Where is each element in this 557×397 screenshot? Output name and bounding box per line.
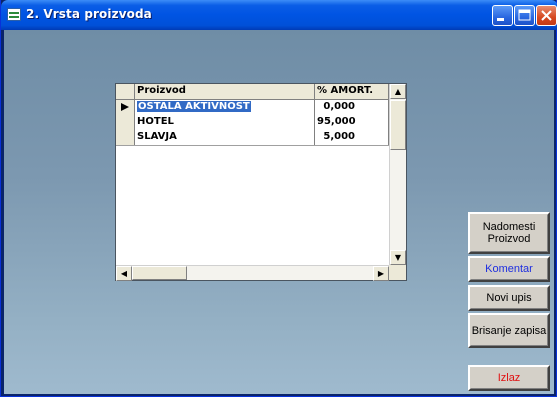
scroll-right-arrow-icon: ▶ [377, 269, 385, 278]
product-name-cell[interactable]: OSTALA AKTIVNOST [135, 100, 315, 115]
current-row-arrow-icon [121, 103, 129, 111]
product-name-text: OSTALA AKTIVNOST [137, 101, 251, 112]
scroll-up-arrow-icon: ▲ [394, 87, 402, 96]
scroll-right-button[interactable]: ▶ [373, 266, 389, 281]
scroll-left-button[interactable]: ◀ [116, 266, 132, 281]
close-button[interactable] [536, 5, 557, 26]
scroll-down-button[interactable]: ▼ [390, 250, 406, 265]
client-area: Proizvod % AMORT. OSTALA AKTIVNOST 0,000… [4, 30, 554, 394]
app-icon[interactable] [7, 8, 21, 21]
row-indicator[interactable] [116, 115, 135, 130]
vertical-scrollbar[interactable]: ▲ ▼ [389, 84, 406, 265]
horizontal-scroll-thumb[interactable] [132, 266, 187, 280]
window-title: 2. Vrsta proizvoda [26, 7, 152, 21]
table-row[interactable]: OSTALA AKTIVNOST 0,000 [116, 100, 389, 116]
product-type-grid[interactable]: Proizvod % AMORT. OSTALA AKTIVNOST 0,000… [115, 83, 407, 281]
amort-value-cell[interactable]: 5,000 [315, 130, 389, 145]
maximize-button[interactable] [514, 5, 535, 26]
new-entry-button[interactable]: Novi upis [468, 285, 550, 311]
column-header-proizvod[interactable]: Proizvod [135, 84, 315, 99]
column-header-amort[interactable]: % AMORT. [315, 84, 389, 99]
close-icon [541, 10, 552, 21]
grid-header: Proizvod % AMORT. [116, 84, 389, 100]
amort-value-cell[interactable]: 95,000 [315, 115, 389, 130]
exit-button[interactable]: Izlaz [468, 365, 550, 391]
product-name-cell[interactable]: SLAVJA [135, 130, 315, 145]
scrollbar-corner [389, 265, 406, 280]
row-indicator[interactable] [116, 130, 135, 145]
minimize-button[interactable] [492, 5, 513, 26]
vertical-scroll-thumb[interactable] [390, 100, 406, 150]
minimize-icon [497, 18, 504, 21]
horizontal-scrollbar[interactable]: ◀ ▶ [116, 265, 406, 281]
table-row[interactable]: SLAVJA 5,000 [116, 130, 389, 146]
scroll-down-arrow-icon: ▼ [394, 253, 402, 262]
product-name-cell[interactable]: HOTEL [135, 115, 315, 130]
replace-product-button[interactable]: Nadomesti Proizvod [468, 212, 550, 254]
delete-record-button[interactable]: Brisanje zapisa [468, 313, 550, 348]
comment-button[interactable]: Komentar [468, 256, 550, 282]
header-indicator-cell [116, 84, 135, 99]
row-indicator[interactable] [116, 100, 135, 115]
maximize-icon [518, 9, 531, 21]
scroll-up-button[interactable]: ▲ [390, 84, 406, 99]
scroll-left-arrow-icon: ◀ [120, 269, 128, 278]
app-window: 2. Vrsta proizvoda Proizvod % AMORT. OST… [0, 0, 557, 397]
amort-value-cell[interactable]: 0,000 [315, 100, 389, 115]
table-row[interactable]: HOTEL 95,000 [116, 115, 389, 131]
title-bar[interactable]: 2. Vrsta proizvoda [1, 0, 557, 30]
